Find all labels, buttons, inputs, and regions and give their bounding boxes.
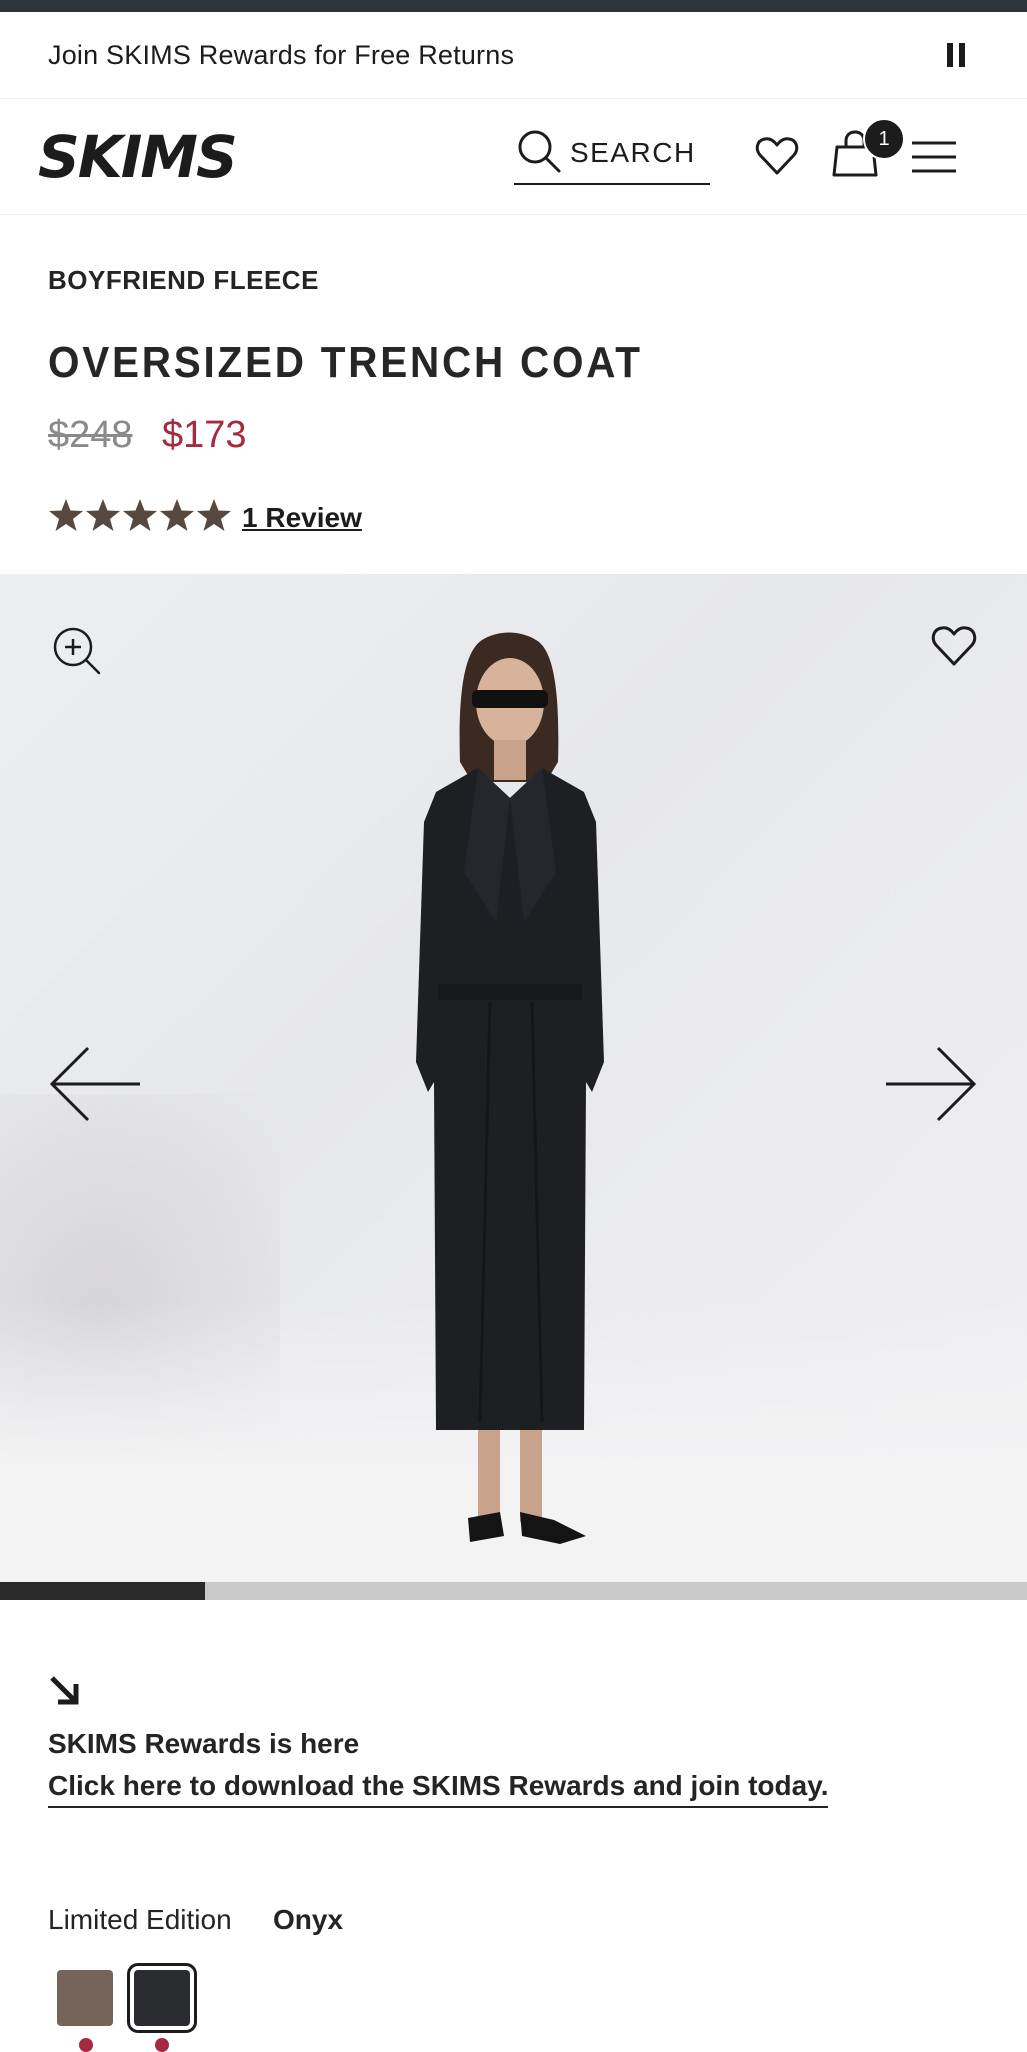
product-photo-model [416,632,604,1544]
star-icon [197,499,231,531]
edition-label: Limited Edition [48,1904,232,1935]
search-icon [518,130,561,173]
limited-dot-indicator [79,2038,93,2052]
star-icon [123,499,157,531]
gallery-progress-fill [0,1582,206,1600]
promo-banner[interactable]: Join SKIMS Rewards for Free Returns [0,12,1027,99]
search-label: SEARCH [570,137,696,168]
color-swatch-brown[interactable] [57,1970,113,2026]
star-icon [160,499,194,531]
product-title: OVERSIZED TRENCH COAT [48,338,643,387]
next-image-arrow-icon[interactable] [884,1044,978,1124]
site-header: SKIMS SEARCH 1 [0,99,1027,215]
gallery-progress-bar [0,1582,1027,1600]
rewards-title: SKIMS Rewards is here [48,1728,360,1759]
limited-dot-indicator [155,2038,169,2052]
sale-price: $173 [162,414,247,456]
top-status-bar [0,0,1027,12]
favorite-heart-icon[interactable] [930,622,978,670]
product-image-gallery[interactable] [0,574,1027,1582]
original-price: $248 [48,414,133,456]
wishlist-heart-icon[interactable] [754,133,800,179]
hamburger-menu-icon[interactable] [910,137,958,177]
arrow-down-right-icon [50,1676,79,1705]
star-icon [49,499,83,531]
pause-icon[interactable] [945,43,967,69]
skims-logo-mark: SKIMS [38,123,238,191]
collection-name[interactable]: BOYFRIEND FLEECE [48,265,319,296]
zoom-in-icon[interactable] [52,626,102,676]
review-count-link[interactable]: 1 Review [242,502,362,534]
cart-count-badge: 1 [863,118,905,160]
skims-logo[interactable]: SKIMS [38,123,270,191]
svg-text:SKIMS: SKIMS [38,129,236,185]
star-icon [86,499,120,531]
selected-color-name: Onyx [273,1904,344,1935]
rewards-download-link[interactable]: Click here to download the SKIMS Rewards… [48,1770,829,1808]
rating-stars[interactable] [48,498,232,532]
previous-image-arrow-icon[interactable] [48,1044,142,1124]
search-button[interactable]: SEARCH [514,127,710,185]
color-swatch-onyx[interactable] [127,1963,197,2033]
promo-text[interactable]: Join SKIMS Rewards for Free Returns [48,40,514,71]
